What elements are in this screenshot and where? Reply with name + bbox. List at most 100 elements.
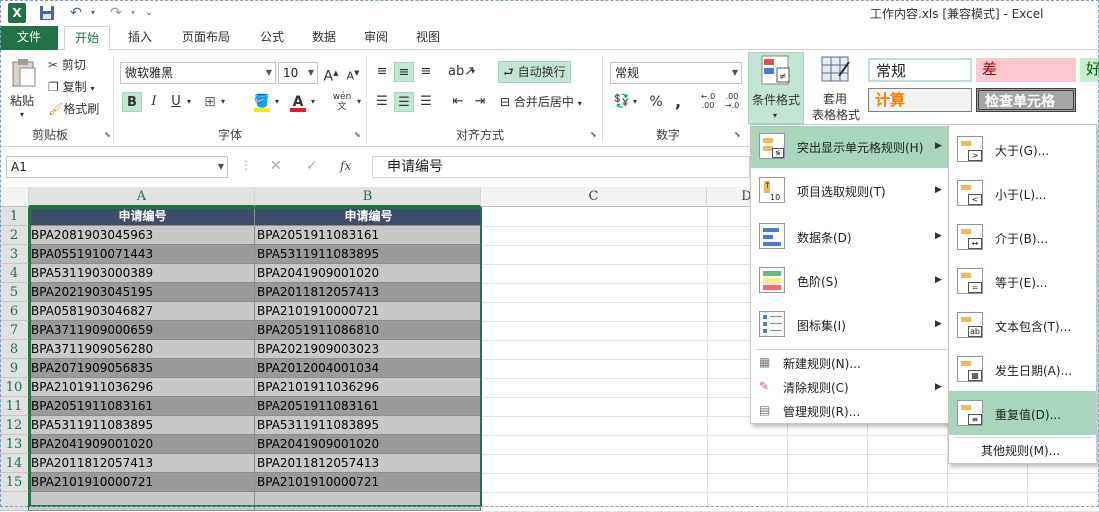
phonetic-dropdown-icon[interactable]: ▾ <box>354 92 364 112</box>
align-right-icon[interactable]: ☰ <box>416 92 436 112</box>
menu-item-duplicate-values[interactable]: ≡ 重复值(D)... <box>949 391 1096 435</box>
cell-b[interactable]: BPA2051911083161 <box>255 397 481 416</box>
align-middle-icon[interactable]: ≡ <box>394 62 414 82</box>
copy-button[interactable]: ❐ 复制 ▾ <box>48 78 94 98</box>
row-header[interactable]: 14 <box>0 454 29 473</box>
fill-color-dropdown-icon[interactable]: ▾ <box>272 92 282 112</box>
style-check-cell[interactable]: 检查单元格 <box>976 88 1076 112</box>
menu-item-color-scales[interactable]: 色阶(S) ▶ <box>751 259 949 303</box>
orientation-dropdown-icon[interactable]: ▾ <box>468 62 478 82</box>
cell-a[interactable]: BPA2051911083161 <box>29 397 255 416</box>
cut-button[interactable]: ✂ 剪切 <box>48 56 86 74</box>
tab-page-layout[interactable]: 页面布局 <box>172 26 240 50</box>
grow-font-button[interactable]: A▲ <box>321 63 341 85</box>
cell-empty[interactable] <box>29 492 255 511</box>
undo-dropdown-icon[interactable]: ▾ <box>88 3 98 23</box>
cell-a[interactable]: BPA2101910000721 <box>29 473 255 492</box>
cell-b[interactable]: BPA2101910000721 <box>255 473 481 492</box>
conditional-format-button[interactable]: ≠ 条件格式 ▾ <box>748 52 804 124</box>
orientation-icon[interactable]: ab↗ <box>448 62 475 82</box>
currency-icon[interactable]: 💱 <box>612 92 632 112</box>
row-header[interactable]: 2 <box>0 226 29 245</box>
cell-empty[interactable] <box>255 492 481 511</box>
fill-color-button[interactable]: 🪣 <box>252 92 272 112</box>
tab-review[interactable]: 审阅 <box>356 26 396 50</box>
select-all-corner[interactable] <box>0 187 29 207</box>
cancel-icon[interactable]: ✕ <box>270 157 282 175</box>
cell-a[interactable]: BPA2081903045963 <box>29 226 255 245</box>
row-header[interactable]: 13 <box>0 435 29 454</box>
cell-b[interactable]: BPA2041909001020 <box>255 435 481 454</box>
row-header[interactable] <box>0 492 29 511</box>
menu-item-equal-to[interactable]: = 等于(E)... <box>949 259 1096 303</box>
paste-button[interactable]: 粘贴 ▾ <box>8 58 40 119</box>
cell-a[interactable]: BPA2021903045195 <box>29 283 255 302</box>
align-left-icon[interactable]: ☰ <box>372 92 392 112</box>
cell-b[interactable]: BPA2041909001020 <box>255 264 481 283</box>
font-color-dropdown-icon[interactable]: ▾ <box>308 92 318 112</box>
row-header[interactable]: 7 <box>0 321 29 340</box>
row-header[interactable]: 12 <box>0 416 29 435</box>
menu-item-clear-rules[interactable]: ✎ 清除规则(C) ▶ <box>751 375 949 399</box>
menu-item-new-rule[interactable]: ▦ 新建规则(N)... <box>751 351 949 375</box>
cell-b[interactable]: BPA2101910000721 <box>255 302 481 321</box>
menu-item-manage-rules[interactable]: ▤ 管理规则(R)... <box>751 399 949 423</box>
save-icon[interactable] <box>38 3 56 23</box>
column-header-b[interactable]: B <box>255 187 481 207</box>
decrease-decimal-icon[interactable]: .00 →.0 <box>722 92 742 112</box>
menu-item-less-than[interactable]: < 小于(L)... <box>949 171 1096 215</box>
row-header[interactable]: 6 <box>0 302 29 321</box>
style-normal[interactable]: 常规 <box>868 58 972 82</box>
redo-icon[interactable]: ↷ <box>106 3 126 23</box>
cell-b[interactable]: BPA2051911083161 <box>255 226 481 245</box>
underline-dropdown-icon[interactable]: ▾ <box>184 92 194 112</box>
increase-decimal-icon[interactable]: ←.0.00 <box>698 92 718 112</box>
shrink-font-button[interactable]: A▼ <box>343 63 363 83</box>
cell-b[interactable]: BPA5311911083895 <box>255 416 481 435</box>
header-cell-a[interactable]: 申请编号 <box>29 207 255 226</box>
style-calculation[interactable]: 计算 <box>868 88 972 112</box>
menu-item-greater-than[interactable]: > 大于(G)... <box>949 127 1096 171</box>
cell-a[interactable]: BPA2011812057413 <box>29 454 255 473</box>
menu-item-between[interactable]: ↔ 介于(B)... <box>949 215 1096 259</box>
cell-a[interactable]: BPA2071909056835 <box>29 359 255 378</box>
clipboard-launcher-icon[interactable]: ⬊ <box>104 126 111 144</box>
customize-qat-icon[interactable]: ⌄ <box>144 3 154 23</box>
format-painter-button[interactable]: 🖌格式刷 <box>48 100 99 118</box>
tab-file[interactable]: 文件 <box>0 26 58 50</box>
cell-a[interactable]: BPA3711909000659 <box>29 321 255 340</box>
tab-home[interactable]: 开始 <box>64 26 110 51</box>
cell-a[interactable]: BPA2041909001020 <box>29 435 255 454</box>
row-header[interactable]: 1 <box>0 207 29 226</box>
row-header[interactable]: 3 <box>0 245 29 264</box>
percent-button[interactable]: % <box>646 92 666 112</box>
format-as-table-button[interactable]: 套用 表格格式 <box>808 52 864 124</box>
cell-b[interactable]: BPA2012004001034 <box>255 359 481 378</box>
redo-dropdown-icon[interactable]: ▾ <box>128 3 138 23</box>
align-top-icon[interactable]: ≡ <box>372 62 392 82</box>
menu-item-icon-sets[interactable]: 图标集(I) ▶ <box>751 303 949 347</box>
style-bad[interactable]: 差 <box>976 58 1076 82</box>
name-box[interactable]: A1 ▼ <box>6 156 228 178</box>
row-header[interactable]: 8 <box>0 340 29 359</box>
header-cell-b[interactable]: 申请编号 <box>255 207 481 226</box>
row-header[interactable]: 10 <box>0 378 29 397</box>
bold-button[interactable]: B <box>122 92 142 112</box>
enter-icon[interactable]: ✓ <box>306 157 318 175</box>
cell-a[interactable]: BPA5311903000389 <box>29 264 255 283</box>
font-name-select[interactable]: 微软雅黑 ▼ <box>120 62 276 84</box>
style-good[interactable]: 好 <box>1080 58 1099 82</box>
font-size-select[interactable]: 10 ▼ <box>278 62 318 84</box>
menu-item-highlight-rules[interactable]: ≶ 突出显示单元格规则(H) ▶ <box>751 126 949 168</box>
number-format-select[interactable]: 常规 ▼ <box>610 62 742 84</box>
cell-a[interactable]: BPA2101911036296 <box>29 378 255 397</box>
row-header[interactable]: 4 <box>0 264 29 283</box>
cell-b[interactable]: BPA5311911083895 <box>255 245 481 264</box>
align-bottom-icon[interactable]: ≡ <box>416 62 436 82</box>
comma-button[interactable]: , <box>668 92 688 112</box>
number-launcher-icon[interactable]: ⬊ <box>734 126 741 144</box>
menu-item-top-bottom-rules[interactable]: ↑ 10 项目选取规则(T) ▶ <box>751 169 949 213</box>
tab-insert[interactable]: 插入 <box>120 26 160 50</box>
tab-data[interactable]: 数据 <box>304 26 344 50</box>
row-header[interactable]: 9 <box>0 359 29 378</box>
